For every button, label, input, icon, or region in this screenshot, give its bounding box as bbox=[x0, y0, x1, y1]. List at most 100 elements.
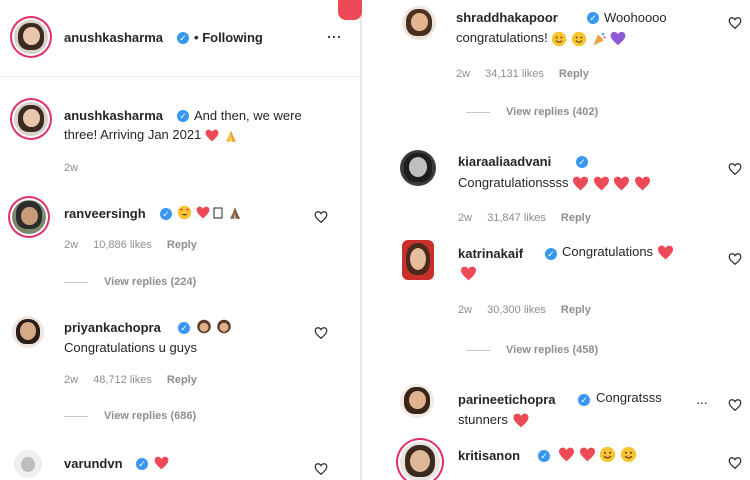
comment-text: Congratulations u guys bbox=[64, 340, 197, 355]
comment-time: 2w bbox=[64, 374, 79, 386]
like-heart-outline-icon[interactable] bbox=[728, 398, 742, 412]
red-heart-emoji bbox=[614, 176, 630, 191]
more-options-icon[interactable]: ··· bbox=[696, 394, 708, 410]
comment-text-line1: Congratsss bbox=[596, 390, 662, 405]
heart-eyes-emoji bbox=[177, 205, 192, 220]
unsupported-glyph-icon bbox=[213, 207, 223, 219]
like-heart-outline-icon[interactable] bbox=[728, 162, 742, 176]
comment-text bbox=[558, 444, 637, 463]
caption-time: 2w bbox=[64, 162, 79, 174]
reply-button[interactable]: Reply bbox=[561, 212, 591, 224]
like-heart-outline-icon[interactable] bbox=[314, 326, 328, 340]
verified-badge-icon: ✓ bbox=[578, 394, 590, 406]
avatar-anushkasharma[interactable] bbox=[14, 20, 48, 54]
header-dot: • bbox=[194, 30, 199, 45]
comments-panel-right: shraddhakapoor ✓ Woohoooo congratulation… bbox=[362, 0, 750, 480]
red-heart-emoji bbox=[205, 129, 219, 142]
comment-text-line2-value: stunners bbox=[458, 412, 508, 427]
comment-time: 2w bbox=[458, 304, 473, 316]
reply-button[interactable]: Reply bbox=[167, 374, 197, 386]
like-heart-outline-icon[interactable] bbox=[728, 252, 742, 266]
verified-badge-icon: ✓ bbox=[538, 450, 550, 462]
comment-text-line2: congratulations! bbox=[456, 28, 626, 47]
comment-likes[interactable]: 48,712 likes bbox=[93, 374, 152, 386]
comment-meta: 2w 34,131 likes Reply bbox=[456, 68, 601, 80]
comment-username[interactable]: kritisanon bbox=[458, 448, 520, 463]
more-options-icon[interactable]: ··· bbox=[326, 26, 342, 47]
reply-button[interactable]: Reply bbox=[559, 68, 589, 80]
comment-meta: 2w 31,847 likes Reply bbox=[458, 212, 603, 224]
comment-meta: 2w 30,300 likes Reply bbox=[458, 304, 603, 316]
verified-badge-icon: ✓ bbox=[177, 32, 189, 44]
comment-username[interactable]: varundvn bbox=[64, 456, 123, 471]
like-heart-outline-icon[interactable] bbox=[728, 16, 742, 30]
smiling-emoji bbox=[620, 446, 637, 463]
like-heart-outline-icon[interactable] bbox=[728, 456, 742, 470]
comment-likes[interactable]: 31,847 likes bbox=[487, 212, 546, 224]
comment-username[interactable]: priyankachopra bbox=[64, 320, 161, 335]
verified-badge-icon: ✓ bbox=[576, 156, 588, 168]
comment-text-value: Congratulationssss bbox=[458, 175, 569, 190]
comment-username[interactable]: kiaraaliaadvani bbox=[458, 154, 551, 169]
reply-button[interactable]: Reply bbox=[167, 239, 197, 251]
avatar-kiaraaliaadvani[interactable] bbox=[400, 150, 436, 186]
smiling-emoji bbox=[600, 446, 616, 463]
red-heart-emoji bbox=[635, 176, 651, 191]
verified-badge-icon: ✓ bbox=[587, 12, 599, 24]
red-heart-emoji bbox=[573, 176, 589, 191]
following-button[interactable]: • Following bbox=[194, 30, 263, 45]
comment-text: Congratulations bbox=[562, 242, 674, 261]
header-username[interactable]: anushkasharma bbox=[64, 30, 163, 45]
avatar-anushkasharma-caption[interactable] bbox=[14, 102, 48, 136]
red-heart-emoji bbox=[657, 245, 673, 260]
red-heart-emoji bbox=[154, 456, 169, 469]
folded-hands-emoji bbox=[229, 206, 240, 219]
comments-panel-left: anushkasharma ✓ • Following ··· anushkas… bbox=[0, 0, 360, 480]
smiling-emoji bbox=[571, 31, 587, 46]
view-replies-link[interactable]: View replies (224) bbox=[64, 276, 196, 288]
red-heart-emoji bbox=[559, 447, 574, 462]
view-replies-link[interactable]: View replies (686) bbox=[64, 410, 196, 422]
comment-likes[interactable]: 10,886 likes bbox=[93, 239, 152, 251]
red-heart-emoji bbox=[461, 266, 476, 281]
comment-username[interactable]: katrinakaif bbox=[458, 246, 523, 261]
comment-text: Congratulationssss bbox=[458, 173, 651, 192]
comment-text-line2-value: congratulations! bbox=[456, 30, 548, 45]
avatar-priyankachopra[interactable] bbox=[12, 316, 44, 348]
red-heart-emoji bbox=[196, 206, 210, 219]
avatar-kritisanon[interactable] bbox=[400, 442, 440, 480]
comment-text bbox=[177, 202, 243, 221]
comment-meta: 2w 48,712 likes Reply bbox=[64, 374, 209, 386]
red-heart-emoji bbox=[579, 447, 595, 462]
like-heart-outline-icon[interactable] bbox=[314, 210, 328, 224]
comment-likes[interactable]: 30,300 likes bbox=[487, 304, 546, 316]
verified-badge-icon: ✓ bbox=[178, 322, 190, 334]
comment-text-line2: stunners bbox=[458, 410, 530, 429]
verified-badge-icon: ✓ bbox=[136, 458, 148, 470]
comment-likes[interactable]: 34,131 likes bbox=[485, 68, 544, 80]
party-emoji bbox=[593, 32, 606, 45]
view-replies-link[interactable]: View replies (458) bbox=[466, 344, 598, 356]
caption-text-value: And then, we were three! Arriving Jan 20… bbox=[64, 108, 302, 142]
comment-meta: 2w 10,886 likes Reply bbox=[64, 239, 209, 251]
comment-text bbox=[154, 452, 169, 471]
caption-text: And then, we were three! Arriving Jan 20… bbox=[64, 106, 334, 144]
smiling-emoji bbox=[552, 31, 567, 46]
view-replies-link[interactable]: View replies (402) bbox=[466, 106, 598, 118]
avatar-ranveersingh[interactable] bbox=[12, 200, 46, 234]
person-emoji bbox=[216, 319, 231, 334]
purple-heart-emoji bbox=[610, 31, 626, 46]
avatar-shraddhakapoor[interactable] bbox=[402, 6, 436, 40]
like-heart-outline-icon[interactable] bbox=[314, 462, 328, 476]
following-label: Following bbox=[202, 30, 263, 45]
reply-button[interactable]: Reply bbox=[561, 304, 591, 316]
avatar-varundvn[interactable] bbox=[14, 450, 42, 478]
comment-text-value: Congratulations bbox=[562, 244, 654, 259]
comment-username[interactable]: shraddhakapoor bbox=[456, 10, 558, 25]
avatar-katrinakaif[interactable] bbox=[402, 240, 434, 280]
avatar-parineetichopra[interactable] bbox=[400, 384, 434, 418]
verified-badge-icon: ✓ bbox=[160, 208, 172, 220]
comment-username[interactable]: ranveersingh bbox=[64, 206, 146, 221]
comment-username[interactable]: parineetichopra bbox=[458, 392, 556, 407]
red-heart-emoji bbox=[513, 413, 528, 428]
